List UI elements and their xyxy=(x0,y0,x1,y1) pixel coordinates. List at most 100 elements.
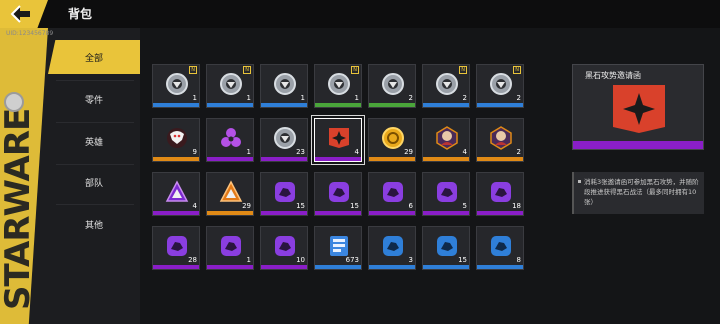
rarity-bar xyxy=(369,265,415,269)
inventory-slot[interactable]: 5 xyxy=(422,172,470,216)
purple-unit-icon xyxy=(165,234,189,258)
inventory-slot[interactable]: 1 xyxy=(206,118,254,162)
item-count: 15 xyxy=(296,202,305,210)
white-beast-icon xyxy=(165,126,189,150)
inventory-slot[interactable]: N1 xyxy=(314,64,362,108)
inventory-slot[interactable]: 23 xyxy=(260,118,308,162)
rarity-bar xyxy=(423,265,469,269)
rarity-bar xyxy=(315,157,361,161)
blue-document-icon xyxy=(327,234,351,258)
silver-triangle-badge-icon xyxy=(273,72,297,96)
profile-avatar[interactable] xyxy=(4,92,24,112)
purple-triangle-icon xyxy=(165,180,189,204)
item-count: 8 xyxy=(516,256,521,264)
inventory-slot[interactable]: 15 xyxy=(314,172,362,216)
new-tag-icon: N xyxy=(351,66,359,74)
inventory-slot[interactable]: 9 xyxy=(152,118,200,162)
nav-divider xyxy=(56,122,134,123)
red-star-banner-icon xyxy=(327,126,351,150)
inventory-slot[interactable]: N2 xyxy=(476,64,524,108)
item-count: 10 xyxy=(296,256,305,264)
blue-unit-icon xyxy=(489,234,513,258)
item-count: 1 xyxy=(246,148,251,156)
inventory-slot[interactable]: 15 xyxy=(422,226,470,270)
rarity-bar xyxy=(207,211,253,215)
inventory-slot[interactable]: 8 xyxy=(476,226,524,270)
purple-unit-icon xyxy=(381,180,405,204)
red-star-banner-icon xyxy=(613,85,665,133)
inventory-slot[interactable]: N1 xyxy=(152,64,200,108)
sidebar-item-units[interactable]: 部队 xyxy=(48,165,140,199)
inventory-slot[interactable]: 2 xyxy=(476,118,524,162)
item-count: 1 xyxy=(246,256,251,264)
item-count: 2 xyxy=(408,94,413,102)
rarity-bar xyxy=(477,265,523,269)
silver-badge-icon xyxy=(327,72,351,96)
gold-coin-icon xyxy=(381,126,405,150)
rarity-bar xyxy=(315,265,361,269)
item-count: 6 xyxy=(408,202,413,210)
new-tag-icon: N xyxy=(459,66,467,74)
rarity-bar xyxy=(477,157,523,161)
item-count: 1 xyxy=(300,94,305,102)
item-count: 2 xyxy=(516,94,521,102)
inventory-slot[interactable]: 2 xyxy=(368,64,416,108)
inventory-slot[interactable]: 18 xyxy=(476,172,524,216)
rarity-bar xyxy=(207,265,253,269)
inventory-slot[interactable]: 6 xyxy=(368,172,416,216)
rarity-bar xyxy=(261,211,307,215)
item-count: 15 xyxy=(350,202,359,210)
item-count: 2 xyxy=(516,148,521,156)
new-tag-icon: N xyxy=(513,66,521,74)
item-count: 29 xyxy=(404,148,413,156)
rarity-bar xyxy=(423,157,469,161)
purple-trefoil-icon xyxy=(219,126,243,150)
inventory-slot[interactable]: 3 xyxy=(368,226,416,270)
sidebar-item-heroes[interactable]: 英雄 xyxy=(48,124,140,158)
inventory-slot[interactable]: 28 xyxy=(152,226,200,270)
inventory-slot[interactable]: 1 xyxy=(260,64,308,108)
rarity-bar xyxy=(423,103,469,107)
item-count: 1 xyxy=(192,94,197,102)
rarity-bar xyxy=(369,157,415,161)
item-count: 28 xyxy=(188,256,197,264)
inventory-slot[interactable]: 4 xyxy=(422,118,470,162)
silver-badge-icon xyxy=(219,72,243,96)
sidebar-item-parts[interactable]: 零件 xyxy=(48,82,140,116)
new-tag-icon: N xyxy=(189,66,197,74)
rarity-bar xyxy=(153,211,199,215)
rarity-bar xyxy=(369,103,415,107)
back-button[interactable] xyxy=(0,0,48,28)
brand-text: STARWARE xyxy=(0,108,38,310)
inventory-slot[interactable]: 10 xyxy=(260,226,308,270)
silver-badge-icon xyxy=(435,72,459,96)
purple-unit-icon xyxy=(435,180,459,204)
uid-text: UID:123456789 xyxy=(6,30,54,37)
item-count: 3 xyxy=(408,256,413,264)
inventory-slot[interactable]: 1 xyxy=(206,226,254,270)
silver-badge-icon xyxy=(165,72,189,96)
inventory-slot[interactable]: 29 xyxy=(368,118,416,162)
inventory-slot[interactable]: N2 xyxy=(422,64,470,108)
rarity-bar xyxy=(315,211,361,215)
inventory-slot[interactable]: 29 xyxy=(206,172,254,216)
blue-unit-icon xyxy=(381,234,405,258)
rarity-bar xyxy=(261,265,307,269)
purple-unit-icon xyxy=(219,234,243,258)
hero-portrait-icon xyxy=(489,126,513,150)
rarity-bar xyxy=(369,211,415,215)
inventory-slot[interactable]: 15 xyxy=(260,172,308,216)
inventory-slot[interactable]: 4 xyxy=(152,172,200,216)
item-count: 1 xyxy=(246,94,251,102)
rarity-bar xyxy=(477,103,523,107)
silver-cube-icon xyxy=(273,126,297,150)
sidebar-item-other[interactable]: 其他 xyxy=(48,207,140,241)
inventory-slot[interactable]: 4 xyxy=(314,118,362,162)
sidebar-item-all[interactable]: 全部 xyxy=(48,40,140,74)
inventory-slot[interactable]: 673 xyxy=(314,226,362,270)
rarity-bar xyxy=(261,157,307,161)
back-arrow-icon xyxy=(10,5,30,23)
page-title: 背包 xyxy=(68,7,93,21)
inventory-slot[interactable]: N1 xyxy=(206,64,254,108)
rarity-bar xyxy=(261,103,307,107)
